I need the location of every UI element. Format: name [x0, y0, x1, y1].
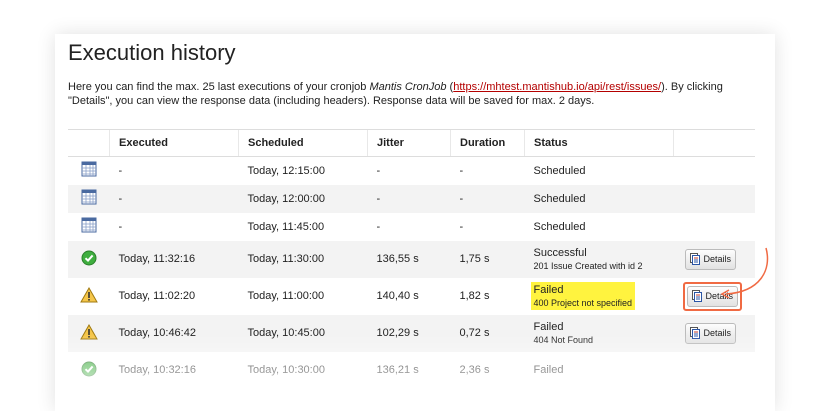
job-url-link[interactable]: https://mhtest.mantishub.io/api/rest/iss… — [453, 81, 661, 93]
cell-executed: - — [118, 164, 123, 177]
calendar-icon — [81, 161, 97, 177]
cell-actions — [674, 157, 756, 185]
cell-actions — [674, 213, 756, 241]
cell-jitter: - — [376, 220, 381, 233]
cell-duration: 2,36 s — [459, 364, 490, 376]
status-label: Successful — [533, 247, 587, 259]
cell-scheduled: Today, 11:45:00 — [247, 220, 325, 233]
table-row: Today, 10:46:42 Today, 10:45:00 102,29 s… — [68, 314, 755, 352]
table-row: - Today, 12:00:00 - - Scheduled — [68, 184, 755, 213]
cell-executed: - — [118, 220, 123, 233]
details-button[interactable]: Details — [684, 248, 737, 270]
calendar-icon — [81, 189, 97, 205]
calendar-icon — [81, 217, 97, 233]
cell-actions — [673, 184, 755, 213]
table-row: Today, 11:32:16 Today, 11:30:00 136,55 s… — [68, 240, 755, 278]
header-status: Status — [524, 129, 674, 157]
warning-icon — [79, 323, 98, 339]
execution-table: Executed Scheduled Jitter Duration Statu… — [68, 129, 755, 389]
document-icon — [689, 327, 700, 339]
cell-executed: Today, 10:46:42 — [109, 314, 239, 352]
header-scheduled: Scheduled — [238, 129, 368, 157]
cell-duration: - — [459, 164, 464, 177]
details-highlight-box: Details — [682, 281, 743, 311]
header-jitter: Jitter — [367, 129, 451, 157]
warning-icon — [79, 286, 98, 302]
cell-scheduled: Today, 12:15:00 — [247, 164, 325, 177]
job-name: Mantis CronJob — [369, 81, 447, 93]
cell-jitter: 136,21 s — [376, 364, 419, 376]
header-executed: Executed — [109, 129, 239, 157]
cell-jitter: - — [367, 184, 451, 213]
header-actions — [673, 129, 755, 157]
cell-duration: 1,82 s — [459, 290, 490, 302]
page-title: Execution history — [68, 40, 236, 65]
table-row: - Today, 11:45:00 - - Scheduled — [68, 213, 755, 241]
details-button[interactable]: Details — [684, 322, 737, 344]
cell-actions — [674, 352, 756, 389]
status-detail: 404 Not Found — [533, 335, 594, 345]
cell-status: Scheduled — [533, 220, 586, 233]
cell-actions: Details — [674, 278, 756, 315]
cell-jitter: 102,29 s — [367, 314, 451, 352]
table-row: Today, 10:32:16 Today, 10:30:00 136,21 s… — [68, 352, 755, 389]
cell-status: Failed — [533, 364, 564, 376]
header-duration: Duration — [450, 129, 525, 157]
status-detail: 201 Issue Created with id 2 — [533, 261, 643, 271]
check-icon — [81, 361, 97, 376]
cell-jitter: 140,40 s — [376, 290, 419, 302]
cell-status: Failed 404 Not Found — [524, 314, 674, 352]
cell-executed: Today, 11:02:20 — [118, 290, 196, 302]
cell-status: Failed 400 Project not specified — [525, 278, 674, 315]
cell-scheduled: Today, 12:00:00 — [238, 184, 368, 213]
details-button[interactable]: Details — [686, 285, 739, 307]
execution-history-card: Execution history Here you can find the … — [55, 34, 775, 411]
cell-scheduled: Today, 10:30:00 — [247, 364, 325, 376]
cell-scheduled: Today, 11:00:00 — [247, 290, 325, 302]
header-icon — [68, 129, 110, 157]
cell-duration: - — [459, 220, 464, 233]
cell-scheduled: Today, 10:45:00 — [238, 314, 368, 352]
status-detail: 400 Project not specified — [533, 298, 633, 308]
cell-executed: Today, 11:32:16 — [109, 240, 239, 278]
cell-duration: 1,75 s — [450, 240, 525, 278]
intro-text: Here you can find the max. 25 last execu… — [68, 81, 723, 107]
status-label: Failed — [533, 321, 564, 333]
table-row: Today, 11:02:20 Today, 11:00:00 140,40 s… — [68, 278, 755, 315]
cell-executed: - — [109, 184, 239, 213]
check-icon — [81, 250, 97, 265]
status-highlight: Failed 400 Project not specified — [530, 282, 636, 310]
document-icon — [689, 253, 700, 265]
table-row: - Today, 12:15:00 - - Scheduled — [68, 157, 755, 185]
cell-duration: 0,72 s — [450, 314, 525, 352]
cell-duration: - — [450, 184, 525, 213]
document-icon — [691, 290, 702, 302]
cell-status: Scheduled — [524, 184, 674, 213]
cell-status: Successful 201 Issue Created with id 2 — [524, 240, 674, 278]
cell-status: Scheduled — [533, 164, 586, 177]
cell-actions: Details — [673, 240, 755, 278]
cell-scheduled: Today, 11:30:00 — [238, 240, 368, 278]
cell-jitter: 136,55 s — [367, 240, 451, 278]
cell-actions: Details — [673, 314, 755, 352]
cell-jitter: - — [376, 164, 381, 177]
cell-executed: Today, 10:32:16 — [118, 364, 196, 376]
status-label: Failed — [533, 284, 564, 296]
